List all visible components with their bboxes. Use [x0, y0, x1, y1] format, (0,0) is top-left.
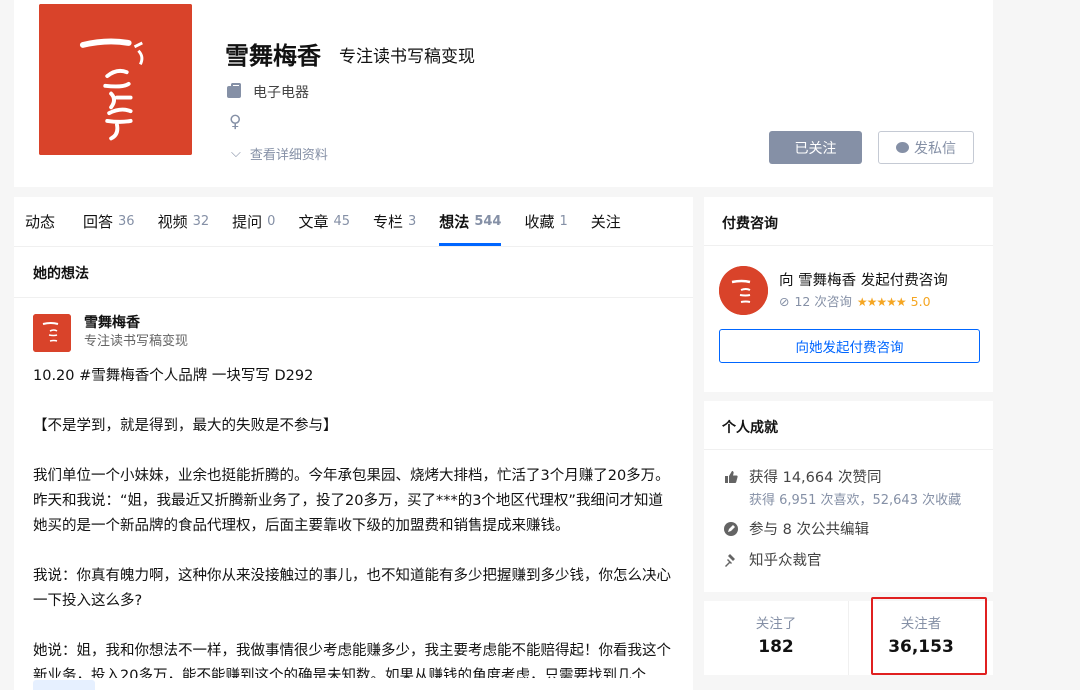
paid-consult-card: 付费咨询 向 雪舞梅香 发起付费咨询 ⊘ 12 次咨询 ★★★★★ 5.0 向她… [704, 197, 993, 392]
section-title: 她的想法 [14, 247, 693, 298]
avatar-calligraphy-logo-small [33, 314, 71, 352]
consult-avatar[interactable] [719, 266, 768, 315]
following-label: 关注了 [755, 616, 797, 632]
author-description: 专注读书写稿变现 [84, 334, 189, 349]
post-paragraph: 我说：你真有魄力啊，这种你从来没接触过的事儿，也不知道能有多少把握赚到多少钱，你… [33, 568, 671, 609]
tab-following[interactable]: 关注 [591, 197, 626, 246]
avatar-calligraphy-logo-round [719, 266, 768, 315]
consult-info: 向 雪舞梅香 发起付费咨询 ⊘ 12 次咨询 ★★★★★ 5.0 [779, 270, 948, 312]
rating-stars-icon: ★★★★★ [856, 294, 907, 309]
industry-row: 电子电器 [227, 82, 309, 102]
paid-consult-title: 付费咨询 [704, 197, 993, 246]
author-name[interactable]: 雪舞梅香 [84, 314, 188, 332]
post-author: 雪舞梅香 专注读书写稿变现 [33, 314, 674, 352]
tab-answers[interactable]: 回答 36 [83, 197, 135, 246]
chevron-down-icon: ⌵ [231, 146, 241, 161]
chat-bubble-icon [896, 142, 909, 153]
author-avatar[interactable] [33, 314, 71, 352]
followers-label: 关注者 [900, 616, 942, 632]
judge-text[interactable]: 知乎众裁官 [749, 549, 822, 570]
followers-count: 36,153 [888, 637, 954, 657]
profile-name: 雪舞梅香 [225, 42, 321, 70]
tab-thoughts[interactable]: 想法 544 [439, 197, 502, 246]
achievement-edits: 参与 8 次公共编辑 [704, 518, 993, 539]
profile-headline: 专注读书写稿变现 [339, 47, 475, 67]
tab-activity[interactable]: 动态 [25, 197, 60, 246]
likes-subtext: 获得 6,951 次喜欢，52,643 次收藏 [749, 493, 962, 508]
tab-questions[interactable]: 提问 0 [232, 197, 275, 246]
check-circle-icon: ⊘ [779, 293, 790, 309]
achievement-likes: 获得 14,664 次赞同 [704, 466, 993, 487]
post-actions-bar [14, 678, 693, 690]
followers-stat[interactable]: 关注者 36,153 [848, 601, 993, 675]
following-count: 182 [758, 637, 794, 657]
industry-label: 电子电器 [253, 85, 309, 101]
tab-columns[interactable]: 专栏 3 [373, 197, 416, 246]
female-icon: ♀ [229, 112, 242, 132]
likes-text: 获得 14,664 次赞同 [749, 470, 882, 486]
author-info: 雪舞梅香 专注读书写稿变现 [84, 314, 188, 351]
consult-count: 12 次咨询 [794, 293, 852, 309]
post-body: 10.20 #雪舞梅香个人品牌 一块写写 D292 【不是学到，就是得到，最大的… [33, 364, 674, 689]
tab-collections[interactable]: 收藏 1 [524, 197, 567, 246]
profile-avatar[interactable] [37, 2, 194, 157]
rating-value: 5.0 [910, 293, 931, 309]
thought-post: 雪舞梅香 专注读书写稿变现 10.20 #雪舞梅香个人品牌 一块写写 D292 … [14, 298, 693, 689]
followed-button[interactable]: 已关注 [769, 131, 862, 164]
achievements-card: 个人成就 获得 14,664 次赞同 获得 6,951 次喜欢，52,643 次… [704, 401, 993, 592]
profile-tabs: 动态 回答 36 视频 32 提问 0 文章 45 专栏 3 想法 544 收藏 1 关注 [14, 197, 693, 247]
post-paragraph: 我们单位一个小妹妹，业余也挺能折腾的。今年承包果园、烧烤大排档，忙活了3个月赚了… [33, 468, 670, 534]
edits-text[interactable]: 参与 8 次公共编辑 [749, 518, 869, 539]
gavel-icon [725, 554, 735, 567]
consult-row: 向 雪舞梅香 发起付费咨询 ⊘ 12 次咨询 ★★★★★ 5.0 [704, 246, 993, 327]
consult-meta: ⊘ 12 次咨询 ★★★★★ 5.0 [779, 292, 948, 312]
upvote-button[interactable] [33, 680, 95, 690]
post-paragraph: 【不是学到，就是得到，最大的失败是不参与】 [33, 418, 338, 434]
follow-stats-card: 关注了 182 关注者 36,153 [704, 601, 993, 675]
achievement-judge: 知乎众裁官 [704, 549, 993, 570]
start-paid-consult-button[interactable]: 向她发起付费咨询 [719, 329, 980, 363]
send-message-button[interactable]: 发私信 [878, 131, 974, 164]
thumbs-up-icon [725, 471, 738, 483]
following-stat[interactable]: 关注了 182 [704, 601, 848, 675]
achievements-title: 个人成就 [704, 401, 993, 450]
view-details-link[interactable]: ⌵ 查看详细资料 [231, 144, 328, 163]
edit-circle-icon [724, 522, 738, 536]
tab-articles[interactable]: 文章 45 [298, 197, 350, 246]
post-paragraph: 10.20 #雪舞梅香个人品牌 一块写写 D292 [33, 368, 314, 384]
avatar-calligraphy-logo [39, 4, 192, 155]
view-details-label: 查看详细资料 [249, 148, 328, 163]
briefcase-icon [227, 83, 241, 98]
main-content-card: 动态 回答 36 视频 32 提问 0 文章 45 专栏 3 想法 544 收藏 1 关注 她… [14, 197, 693, 690]
tab-videos[interactable]: 视频 32 [158, 197, 210, 246]
consult-line: 向 雪舞梅香 发起付费咨询 [779, 272, 948, 289]
send-message-label: 发私信 [914, 140, 956, 157]
